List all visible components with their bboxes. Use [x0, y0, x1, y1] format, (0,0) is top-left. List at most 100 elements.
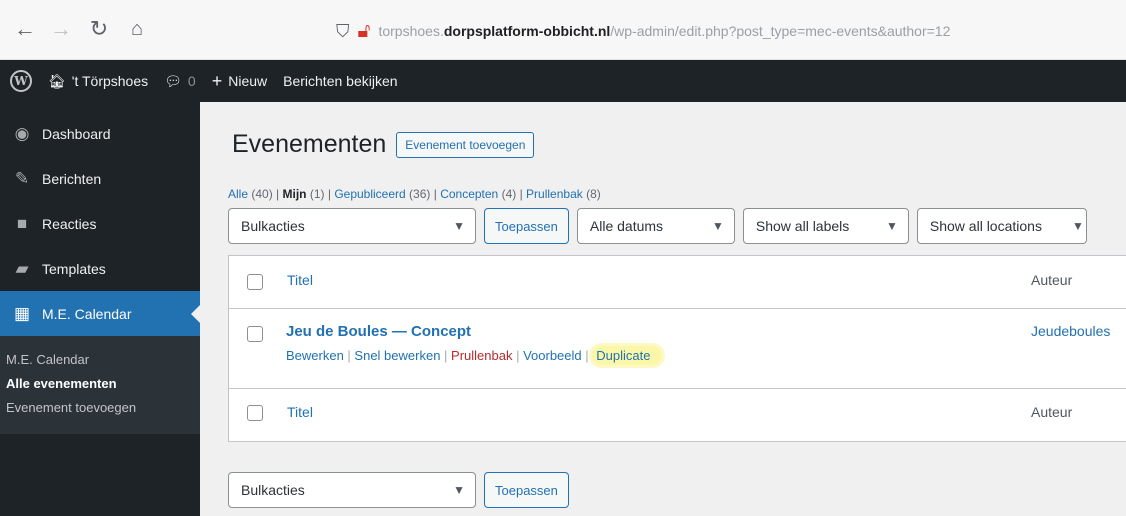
- top-filter-bar: Bulkacties ▼ Toepassen Alle datums ▼ Sho…: [228, 208, 1087, 244]
- duplicate-link[interactable]: Duplicate: [592, 346, 663, 365]
- add-event-button[interactable]: Evenement toevoegen: [396, 131, 535, 158]
- comments-link[interactable]: 💬︎ 0: [164, 73, 196, 90]
- comment-icon: 💬︎: [164, 72, 182, 89]
- column-title-footer[interactable]: Titel: [287, 404, 313, 420]
- quick-edit-link[interactable]: Snel bewerken: [354, 348, 440, 363]
- view-posts-label: Berichten bekijken: [283, 73, 398, 89]
- bulk-actions-select[interactable]: Bulkacties ▼: [228, 208, 476, 244]
- locations-filter-value: Show all locations: [929, 218, 1042, 234]
- sidebar-item-posts[interactable]: ✎ Berichten: [0, 156, 200, 201]
- view-published-link[interactable]: Gepubliceerd (36): [334, 187, 430, 201]
- new-content-link[interactable]: + Nieuw: [212, 71, 267, 92]
- submenu-item-add-event[interactable]: Evenement toevoegen: [0, 396, 200, 420]
- bulk-actions-value: Bulkacties: [241, 218, 305, 234]
- apply-button[interactable]: Toepassen: [484, 208, 569, 244]
- chevron-down-icon: ▼: [712, 219, 724, 233]
- sidebar-item-dashboard[interactable]: ◉ Dashboard: [0, 111, 200, 156]
- url-text[interactable]: torpshoes.dorpsplatform-obbicht.nl/wp-ad…: [378, 23, 950, 39]
- chevron-down-icon: ▼: [1072, 219, 1084, 233]
- select-all-checkbox[interactable]: [247, 274, 263, 290]
- bulk-actions-select-bottom[interactable]: Bulkacties ▼: [228, 472, 476, 508]
- view-published-label: Gepubliceerd: [334, 187, 406, 201]
- main-content: Evenementen Evenement toevoegen Alle (40…: [228, 102, 1126, 516]
- home-icon: 🏠︎: [48, 72, 66, 89]
- view-drafts-count: (4): [501, 187, 517, 201]
- view-trash-link[interactable]: Prullenbak (8): [526, 187, 601, 201]
- view-drafts-label: Concepten: [440, 187, 499, 201]
- browser-toolbar: ← → ↻ ⌂ ⛉ 🔓︎ torpshoes.dorpsplatform-obb…: [0, 0, 1126, 60]
- date-filter-select[interactable]: Alle datums ▼: [576, 208, 735, 244]
- insecure-lock-icon[interactable]: 🔓︎: [358, 20, 371, 43]
- chevron-down-icon: ▼: [886, 219, 898, 233]
- view-drafts-link[interactable]: Concepten (4): [440, 187, 516, 201]
- bulk-actions-value: Bulkacties: [241, 482, 305, 498]
- preview-link[interactable]: Voorbeeld: [523, 348, 582, 363]
- locations-filter-select[interactable]: Show all locations ▼: [916, 208, 1087, 244]
- sidebar-item-me-calendar[interactable]: ▦ M.E. Calendar: [0, 291, 200, 336]
- comments-count: 0: [187, 73, 196, 89]
- site-name-link[interactable]: 🏠︎ 't Törpshoes: [48, 73, 148, 90]
- sidebar-item-label: Reacties: [42, 215, 97, 232]
- apply-button-bottom[interactable]: Toepassen: [484, 472, 569, 508]
- sidebar-item-label: Dashboard: [42, 125, 111, 142]
- view-posts-link[interactable]: Berichten bekijken: [283, 73, 397, 89]
- submenu-item-all-events[interactable]: Alle evenementen: [0, 372, 200, 396]
- view-trash-count: (8): [586, 187, 601, 201]
- column-author-header: Auteur: [1031, 272, 1073, 288]
- new-label: Nieuw: [228, 73, 268, 89]
- back-arrow-icon[interactable]: ←: [10, 14, 40, 44]
- wordpress-logo-icon[interactable]: W: [10, 70, 32, 92]
- bottom-filter-bar: Bulkacties ▼ Toepassen: [228, 472, 569, 508]
- view-mine-count: (1): [309, 187, 325, 201]
- submenu-item-me-calendar[interactable]: M.E. Calendar: [0, 348, 200, 372]
- address-bar[interactable]: ⛉ 🔓︎ torpshoes.dorpsplatform-obbicht.nl/…: [336, 16, 950, 46]
- row-actions: Bewerken | Snel bewerken | Prullenbak | …: [286, 346, 663, 365]
- column-author-footer: Auteur: [1031, 404, 1073, 420]
- sidebar-item-label: Templates: [42, 260, 106, 277]
- view-mine-link[interactable]: Mijn (1): [283, 187, 325, 201]
- trash-link[interactable]: Prullenbak: [451, 348, 512, 363]
- home-icon[interactable]: ⌂: [122, 14, 152, 44]
- view-trash-label: Prullenbak: [526, 187, 583, 201]
- admin-sidebar: ◉ Dashboard ✎ Berichten ■ Reacties ▰ Tem…: [0, 102, 200, 516]
- sidebar-item-comments[interactable]: ■ Reacties: [0, 201, 200, 246]
- calendar-icon: ▦: [13, 303, 31, 323]
- labels-filter-select[interactable]: Show all labels ▼: [742, 208, 909, 244]
- date-filter-value: Alle datums: [589, 218, 664, 234]
- page-title: Evenementen: [232, 130, 387, 158]
- event-author-link[interactable]: Jeudeboules: [1031, 323, 1110, 339]
- table-header-row: Titel Auteur: [229, 256, 1126, 309]
- view-published-count: (36): [409, 187, 431, 201]
- event-title-link[interactable]: Jeu de Boules — Concept: [286, 323, 471, 340]
- edit-link[interactable]: Bewerken: [286, 348, 344, 363]
- table-row: Jeu de Boules — Concept Bewerken | Snel …: [229, 309, 1126, 389]
- chevron-down-icon: ▼: [453, 219, 465, 233]
- comment-icon: ■: [16, 213, 28, 233]
- row-checkbox[interactable]: [247, 326, 263, 342]
- labels-filter-value: Show all labels: [755, 218, 850, 234]
- sidebar-submenu: M.E. Calendar Alle evenementen Evenement…: [0, 336, 200, 434]
- status-views: Alle (40) | Mijn (1) | Gepubliceerd (36)…: [228, 187, 601, 201]
- shield-icon[interactable]: ⛉: [336, 21, 350, 42]
- view-all-label: Alle: [228, 187, 249, 201]
- table-footer-row: Titel Auteur: [229, 389, 1126, 441]
- sidebar-item-label: Berichten: [42, 170, 102, 187]
- site-name-label: 't Törpshoes: [71, 73, 149, 89]
- forward-arrow-icon[interactable]: →: [46, 14, 76, 44]
- page-header: Evenementen Evenement toevoegen: [232, 130, 535, 159]
- view-all-count: (40): [251, 187, 273, 201]
- pin-icon: ✎: [14, 168, 30, 188]
- wp-admin-bar: W 🏠︎ 't Törpshoes 💬︎ 0 + Nieuw Berichten…: [0, 60, 1126, 102]
- sidebar-item-templates[interactable]: ▰ Templates: [0, 246, 200, 291]
- events-table: Titel Auteur Jeu de Boules — Concept Bew…: [228, 255, 1126, 442]
- chevron-down-icon: ▼: [453, 483, 465, 497]
- view-all-link[interactable]: Alle (40): [228, 187, 273, 201]
- reload-icon[interactable]: ↻: [84, 14, 114, 44]
- view-mine-label: Mijn: [282, 187, 307, 201]
- dashboard-icon: ◉: [14, 123, 30, 143]
- select-all-checkbox-footer[interactable]: [247, 405, 263, 421]
- plus-icon: +: [211, 70, 223, 91]
- folder-icon: ▰: [15, 258, 29, 278]
- sidebar-item-label: M.E. Calendar: [42, 305, 132, 322]
- column-title-header[interactable]: Titel: [287, 272, 313, 288]
